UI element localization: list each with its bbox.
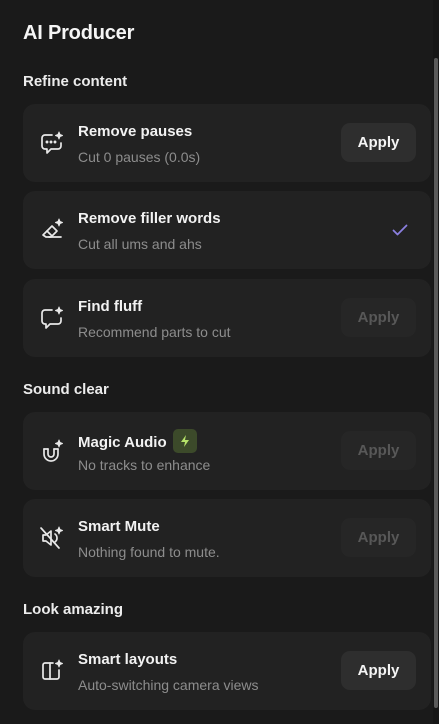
section-title-refine-content: Refine content xyxy=(23,73,128,90)
card-remove-filler-words: Remove filler words Cut all ums and ahs xyxy=(23,191,431,269)
card-label: Remove pauses xyxy=(78,123,193,140)
card-description: Cut 0 pauses (0.0s) xyxy=(78,149,201,165)
scrollbar-track[interactable] xyxy=(433,0,439,724)
card-description: Cut all ums and ahs xyxy=(78,236,202,252)
card-label: Smart layouts xyxy=(78,651,178,668)
card-label: Find fluff xyxy=(78,298,143,315)
check-icon xyxy=(391,221,409,239)
card-label: Magic Audio xyxy=(78,429,197,455)
message-sparkle-icon xyxy=(38,304,66,332)
smart-layouts-apply-button[interactable]: Apply xyxy=(341,651,416,690)
find-fluff-apply-button[interactable]: Apply xyxy=(341,298,416,337)
lightning-badge xyxy=(172,429,197,453)
remove-pauses-apply-button[interactable]: Apply xyxy=(341,123,416,162)
card-label: Smart Mute xyxy=(78,518,160,535)
panel-title: AI Producer xyxy=(23,22,135,44)
card-description: No tracks to enhance xyxy=(78,457,211,473)
card-description: Recommend parts to cut xyxy=(78,324,231,340)
layout-sparkle-icon xyxy=(38,657,66,685)
card-description: Auto-switching camera views xyxy=(78,677,259,693)
chat-sparkle-icon xyxy=(38,129,66,157)
smart-mute-apply-button[interactable]: Apply xyxy=(341,518,416,557)
magnet-sparkle-icon xyxy=(38,437,66,465)
card-find-fluff: Find fluff Recommend parts to cut Apply xyxy=(23,279,431,357)
card-magic-audio: Magic Audio No tracks to enhance Apply xyxy=(23,412,431,490)
lightning-icon xyxy=(180,435,189,447)
card-smart-layouts: Smart layouts Auto-switching camera view… xyxy=(23,632,431,710)
mute-sparkle-icon xyxy=(38,524,66,552)
scrollbar-thumb[interactable] xyxy=(434,58,438,708)
section-title-look-amazing: Look amazing xyxy=(23,601,124,618)
magic-audio-label: Magic Audio xyxy=(78,433,167,451)
section-title-sound-clear: Sound clear xyxy=(23,381,109,398)
card-remove-pauses: Remove pauses Cut 0 pauses (0.0s) Apply xyxy=(23,104,431,182)
ai-producer-panel: AI Producer Refine content Remove pauses… xyxy=(0,0,439,724)
card-label: Remove filler words xyxy=(78,210,221,227)
card-description: Nothing found to mute. xyxy=(78,544,220,560)
card-smart-mute: Smart Mute Nothing found to mute. Apply xyxy=(23,499,431,577)
magic-audio-apply-button[interactable]: Apply xyxy=(341,431,416,470)
eraser-sparkle-icon xyxy=(38,216,66,244)
